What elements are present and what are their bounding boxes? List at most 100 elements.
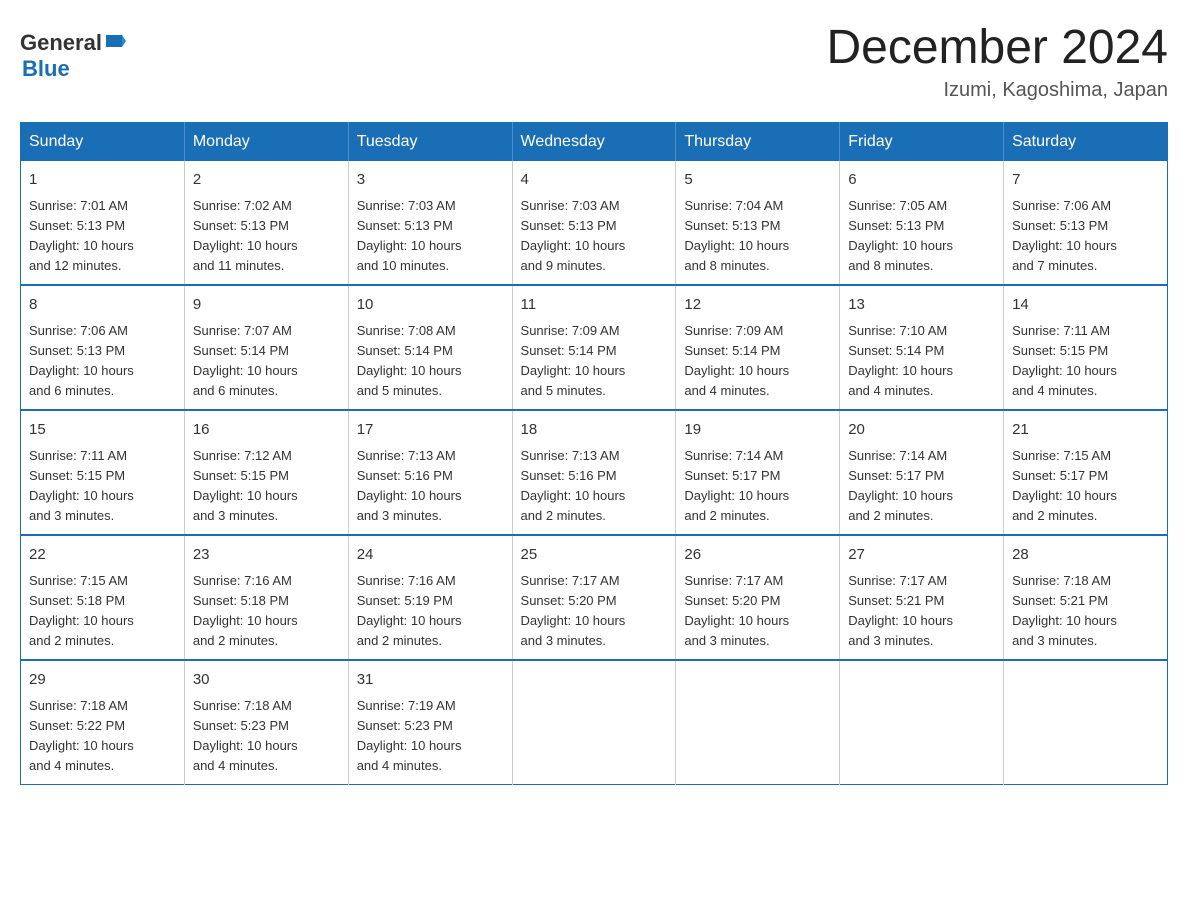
day-info: Sunrise: 7:18 AMSunset: 5:21 PMDaylight:… — [1012, 573, 1117, 648]
day-number: 23 — [193, 544, 340, 567]
calendar-cell: 21 Sunrise: 7:15 AMSunset: 5:17 PMDaylig… — [1004, 410, 1168, 535]
calendar-cell: 13 Sunrise: 7:10 AMSunset: 5:14 PMDaylig… — [840, 285, 1004, 410]
logo-general-text: General — [20, 30, 102, 56]
col-thursday: Thursday — [676, 123, 840, 162]
col-monday: Monday — [184, 123, 348, 162]
day-info: Sunrise: 7:18 AMSunset: 5:23 PMDaylight:… — [193, 698, 298, 773]
calendar-week-row: 1 Sunrise: 7:01 AMSunset: 5:13 PMDayligh… — [21, 161, 1168, 285]
day-info: Sunrise: 7:05 AMSunset: 5:13 PMDaylight:… — [848, 198, 953, 273]
day-info: Sunrise: 7:01 AMSunset: 5:13 PMDaylight:… — [29, 198, 134, 273]
calendar-cell: 12 Sunrise: 7:09 AMSunset: 5:14 PMDaylig… — [676, 285, 840, 410]
calendar-cell: 3 Sunrise: 7:03 AMSunset: 5:13 PMDayligh… — [348, 161, 512, 285]
day-number: 29 — [29, 669, 176, 692]
day-number: 25 — [521, 544, 668, 567]
day-number: 6 — [848, 169, 995, 192]
calendar-cell: 19 Sunrise: 7:14 AMSunset: 5:17 PMDaylig… — [676, 410, 840, 535]
day-number: 24 — [357, 544, 504, 567]
calendar-week-row: 29 Sunrise: 7:18 AMSunset: 5:22 PMDaylig… — [21, 660, 1168, 785]
calendar-cell: 14 Sunrise: 7:11 AMSunset: 5:15 PMDaylig… — [1004, 285, 1168, 410]
calendar-cell: 8 Sunrise: 7:06 AMSunset: 5:13 PMDayligh… — [21, 285, 185, 410]
day-number: 26 — [684, 544, 831, 567]
day-info: Sunrise: 7:03 AMSunset: 5:13 PMDaylight:… — [357, 198, 462, 273]
col-wednesday: Wednesday — [512, 123, 676, 162]
calendar-week-row: 8 Sunrise: 7:06 AMSunset: 5:13 PMDayligh… — [21, 285, 1168, 410]
day-info: Sunrise: 7:17 AMSunset: 5:20 PMDaylight:… — [684, 573, 789, 648]
calendar-cell: 29 Sunrise: 7:18 AMSunset: 5:22 PMDaylig… — [21, 660, 185, 785]
calendar-cell: 27 Sunrise: 7:17 AMSunset: 5:21 PMDaylig… — [840, 535, 1004, 660]
calendar-cell: 10 Sunrise: 7:08 AMSunset: 5:14 PMDaylig… — [348, 285, 512, 410]
calendar-cell: 7 Sunrise: 7:06 AMSunset: 5:13 PMDayligh… — [1004, 161, 1168, 285]
day-info: Sunrise: 7:13 AMSunset: 5:16 PMDaylight:… — [357, 448, 462, 523]
calendar-week-row: 22 Sunrise: 7:15 AMSunset: 5:18 PMDaylig… — [21, 535, 1168, 660]
day-number: 12 — [684, 294, 831, 317]
col-friday: Friday — [840, 123, 1004, 162]
day-info: Sunrise: 7:06 AMSunset: 5:13 PMDaylight:… — [29, 323, 134, 398]
calendar-cell: 17 Sunrise: 7:13 AMSunset: 5:16 PMDaylig… — [348, 410, 512, 535]
day-number: 16 — [193, 419, 340, 442]
day-info: Sunrise: 7:18 AMSunset: 5:22 PMDaylight:… — [29, 698, 134, 773]
day-info: Sunrise: 7:15 AMSunset: 5:18 PMDaylight:… — [29, 573, 134, 648]
calendar-cell: 15 Sunrise: 7:11 AMSunset: 5:15 PMDaylig… — [21, 410, 185, 535]
day-info: Sunrise: 7:15 AMSunset: 5:17 PMDaylight:… — [1012, 448, 1117, 523]
day-number: 18 — [521, 419, 668, 442]
calendar-cell: 22 Sunrise: 7:15 AMSunset: 5:18 PMDaylig… — [21, 535, 185, 660]
day-number: 28 — [1012, 544, 1159, 567]
day-info: Sunrise: 7:09 AMSunset: 5:14 PMDaylight:… — [521, 323, 626, 398]
calendar-table: Sunday Monday Tuesday Wednesday Thursday… — [20, 122, 1168, 785]
day-number: 3 — [357, 169, 504, 192]
calendar-cell: 20 Sunrise: 7:14 AMSunset: 5:17 PMDaylig… — [840, 410, 1004, 535]
day-info: Sunrise: 7:19 AMSunset: 5:23 PMDaylight:… — [357, 698, 462, 773]
day-info: Sunrise: 7:13 AMSunset: 5:16 PMDaylight:… — [521, 448, 626, 523]
day-info: Sunrise: 7:14 AMSunset: 5:17 PMDaylight:… — [684, 448, 789, 523]
day-number: 27 — [848, 544, 995, 567]
day-number: 10 — [357, 294, 504, 317]
day-info: Sunrise: 7:16 AMSunset: 5:19 PMDaylight:… — [357, 573, 462, 648]
day-info: Sunrise: 7:17 AMSunset: 5:20 PMDaylight:… — [521, 573, 626, 648]
calendar-cell: 24 Sunrise: 7:16 AMSunset: 5:19 PMDaylig… — [348, 535, 512, 660]
calendar-cell — [1004, 660, 1168, 785]
calendar-cell: 18 Sunrise: 7:13 AMSunset: 5:16 PMDaylig… — [512, 410, 676, 535]
page-header: General Blue December 2024 Izumi, Kagosh… — [20, 20, 1168, 102]
day-number: 15 — [29, 419, 176, 442]
location-subtitle: Izumi, Kagoshima, Japan — [826, 79, 1168, 102]
calendar-cell: 23 Sunrise: 7:16 AMSunset: 5:18 PMDaylig… — [184, 535, 348, 660]
logo: General Blue — [20, 30, 126, 82]
calendar-cell: 28 Sunrise: 7:18 AMSunset: 5:21 PMDaylig… — [1004, 535, 1168, 660]
day-info: Sunrise: 7:16 AMSunset: 5:18 PMDaylight:… — [193, 573, 298, 648]
day-info: Sunrise: 7:04 AMSunset: 5:13 PMDaylight:… — [684, 198, 789, 273]
day-number: 22 — [29, 544, 176, 567]
day-number: 21 — [1012, 419, 1159, 442]
calendar-cell: 5 Sunrise: 7:04 AMSunset: 5:13 PMDayligh… — [676, 161, 840, 285]
day-info: Sunrise: 7:10 AMSunset: 5:14 PMDaylight:… — [848, 323, 953, 398]
calendar-cell — [840, 660, 1004, 785]
calendar-week-row: 15 Sunrise: 7:11 AMSunset: 5:15 PMDaylig… — [21, 410, 1168, 535]
calendar-cell: 16 Sunrise: 7:12 AMSunset: 5:15 PMDaylig… — [184, 410, 348, 535]
calendar-cell: 30 Sunrise: 7:18 AMSunset: 5:23 PMDaylig… — [184, 660, 348, 785]
calendar-cell: 9 Sunrise: 7:07 AMSunset: 5:14 PMDayligh… — [184, 285, 348, 410]
title-section: December 2024 Izumi, Kagoshima, Japan — [826, 20, 1168, 102]
calendar-cell: 4 Sunrise: 7:03 AMSunset: 5:13 PMDayligh… — [512, 161, 676, 285]
day-info: Sunrise: 7:02 AMSunset: 5:13 PMDaylight:… — [193, 198, 298, 273]
day-number: 5 — [684, 169, 831, 192]
day-number: 2 — [193, 169, 340, 192]
calendar-cell: 26 Sunrise: 7:17 AMSunset: 5:20 PMDaylig… — [676, 535, 840, 660]
day-number: 31 — [357, 669, 504, 692]
logo-flag-icon — [104, 33, 126, 55]
calendar-header-row: Sunday Monday Tuesday Wednesday Thursday… — [21, 123, 1168, 162]
day-number: 7 — [1012, 169, 1159, 192]
day-number: 20 — [848, 419, 995, 442]
day-info: Sunrise: 7:17 AMSunset: 5:21 PMDaylight:… — [848, 573, 953, 648]
calendar-cell: 6 Sunrise: 7:05 AMSunset: 5:13 PMDayligh… — [840, 161, 1004, 285]
day-info: Sunrise: 7:14 AMSunset: 5:17 PMDaylight:… — [848, 448, 953, 523]
day-info: Sunrise: 7:11 AMSunset: 5:15 PMDaylight:… — [1012, 323, 1117, 398]
calendar-cell — [512, 660, 676, 785]
day-info: Sunrise: 7:03 AMSunset: 5:13 PMDaylight:… — [521, 198, 626, 273]
day-number: 4 — [521, 169, 668, 192]
day-info: Sunrise: 7:07 AMSunset: 5:14 PMDaylight:… — [193, 323, 298, 398]
day-number: 14 — [1012, 294, 1159, 317]
day-number: 1 — [29, 169, 176, 192]
day-number: 19 — [684, 419, 831, 442]
day-number: 17 — [357, 419, 504, 442]
day-number: 30 — [193, 669, 340, 692]
month-year-title: December 2024 — [826, 20, 1168, 75]
